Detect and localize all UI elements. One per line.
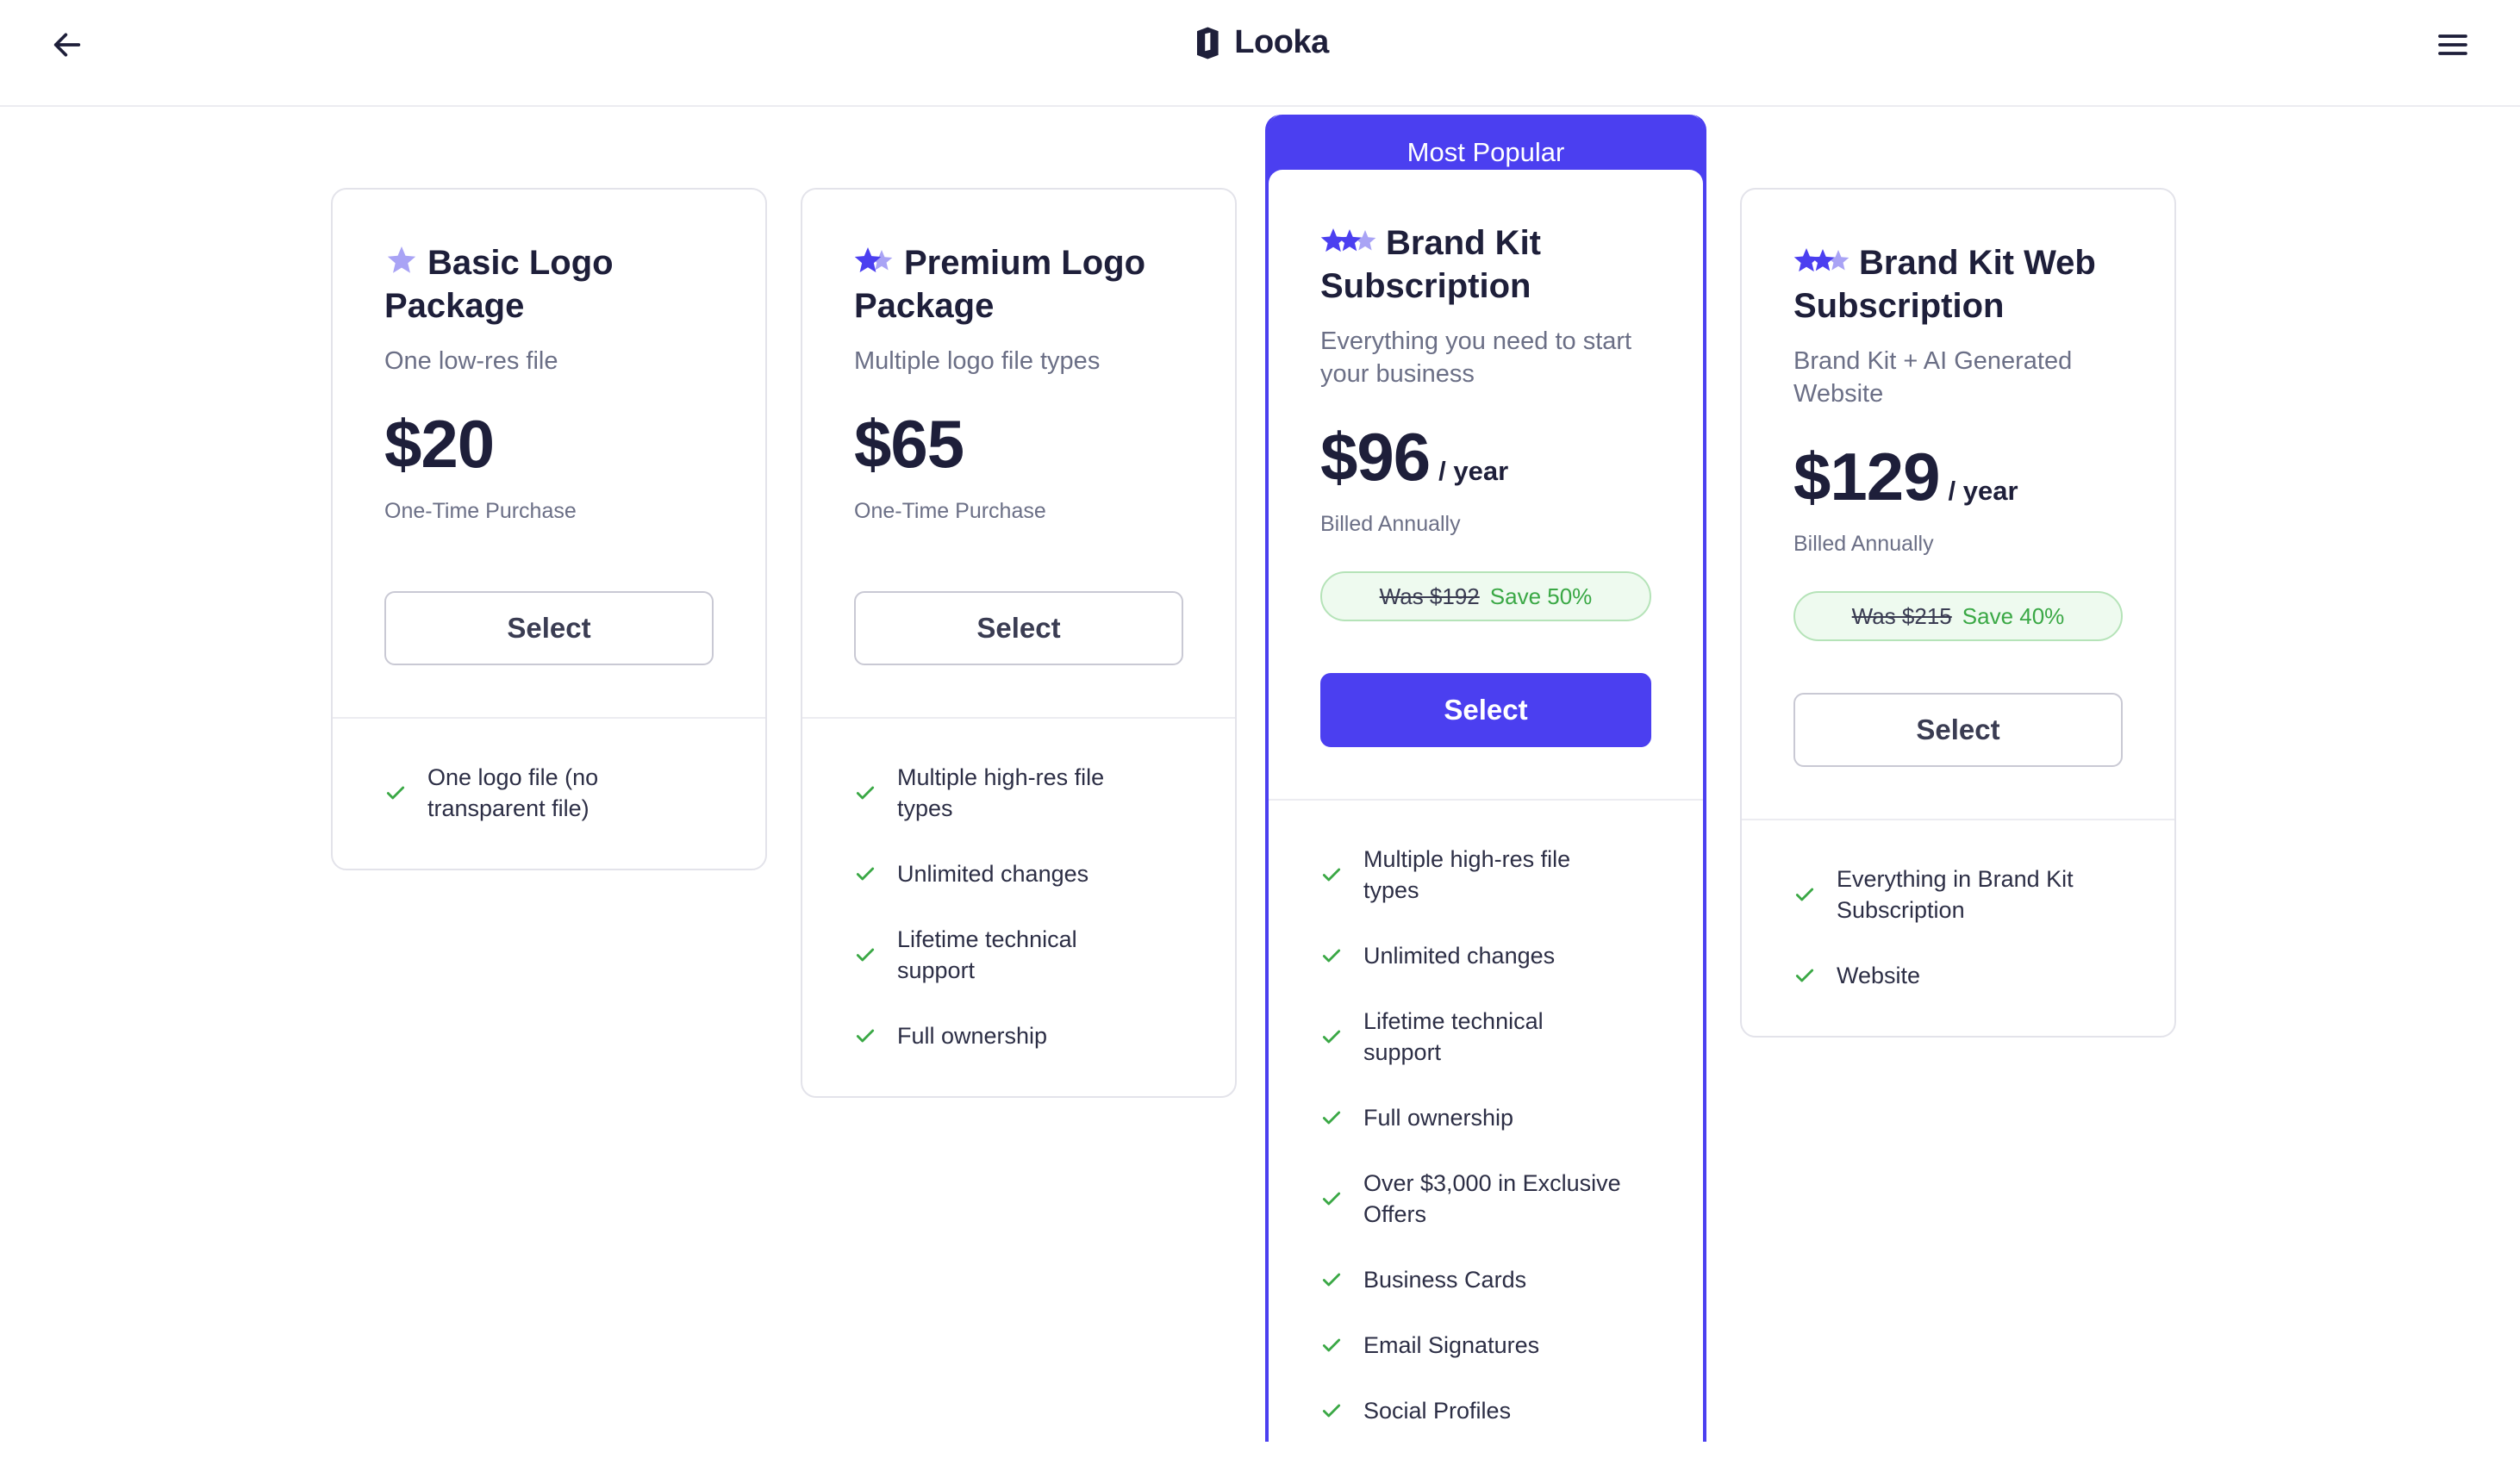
- check-icon: [856, 786, 875, 800]
- feature-label: Website: [1837, 963, 1921, 988]
- feature-item: Lifetime technical support: [854, 924, 1183, 986]
- check-icon: [1322, 1338, 1341, 1352]
- select-button[interactable]: Select: [384, 591, 714, 665]
- feature-item: Full ownership: [854, 1020, 1183, 1051]
- plan-card-3: Most Popular Brand Kit Subscription Ever…: [1265, 115, 1706, 1471]
- plan-card-4: Brand Kit Web Subscription Brand Kit + A…: [1740, 188, 2176, 1038]
- check-icon: [1322, 1030, 1341, 1044]
- feature-label: Full ownership: [1363, 1105, 1514, 1131]
- check-icon: [1795, 888, 1814, 901]
- price-row: $20: [384, 405, 714, 483]
- feature-item: Everything in Brand Kit Subscription: [1793, 863, 2123, 926]
- price-row: $65: [854, 405, 1183, 483]
- feature-list: Everything in Brand Kit Subscription Webs…: [1742, 820, 2174, 1036]
- discount-label: Save 40%: [1962, 602, 2065, 629]
- plan-title: Brand Kit Subscription: [1320, 224, 1541, 305]
- feature-label: Multiple high-res file types: [897, 764, 1105, 821]
- plan-title: Brand Kit Web Subscription: [1793, 244, 2096, 325]
- plan-title: Basic Logo Package: [384, 244, 614, 325]
- savings-badge: Was $215 Save 40%: [1793, 591, 2123, 641]
- feature-label: Email Signatures: [1363, 1332, 1540, 1358]
- price-row: $129 / year: [1793, 438, 2123, 516]
- plan-price: $96: [1320, 419, 1431, 495]
- check-icon: [1322, 1273, 1341, 1287]
- feature-item: Unlimited changes: [1320, 940, 1651, 971]
- check-icon: [1322, 1192, 1341, 1206]
- brand-logo[interactable]: Looka: [1191, 24, 1329, 61]
- check-icon: [856, 1029, 875, 1043]
- rating-stars-icon: [1320, 228, 1376, 252]
- looka-logo-icon: [1196, 27, 1219, 59]
- feature-label: Lifetime technical support: [1363, 1008, 1544, 1065]
- feature-item: Multiple high-res file types: [854, 762, 1183, 824]
- billing-period: / year: [1948, 476, 2018, 506]
- select-button[interactable]: Select: [854, 591, 1183, 665]
- plan-title: Premium Logo Package: [854, 244, 1146, 325]
- plan-subtitle: Brand Kit + AI Generated Website: [1793, 347, 2073, 408]
- feature-label: Unlimited changes: [1363, 943, 1556, 969]
- check-icon: [1322, 949, 1341, 963]
- feature-item: Email Signatures: [1320, 1330, 1651, 1361]
- original-price: Was $192: [1379, 583, 1480, 609]
- check-icon: [1322, 1111, 1341, 1125]
- feature-label: Full ownership: [897, 1023, 1048, 1049]
- feature-label: Multiple high-res file types: [1363, 846, 1571, 903]
- feature-label: One logo file (no transparent file): [427, 764, 599, 821]
- check-icon: [856, 867, 875, 881]
- check-icon: [1322, 868, 1341, 882]
- back-button[interactable]: [48, 26, 86, 64]
- feature-item: Website: [1793, 960, 2123, 991]
- feature-item: Business Cards: [1320, 1264, 1651, 1295]
- plan-card-1: Basic Logo Package One low-res file $20 …: [331, 188, 767, 870]
- check-icon: [1322, 1404, 1341, 1418]
- top-bar: Looka: [0, 0, 2520, 107]
- plan-price: $129: [1793, 439, 1941, 514]
- feature-label: Lifetime technical support: [897, 926, 1077, 983]
- menu-button[interactable]: [2434, 26, 2472, 64]
- plan-subtitle: Everything you need to start your busine…: [1320, 327, 1632, 388]
- feature-item: Over $3,000 in Exclusive Offers: [1320, 1168, 1651, 1230]
- feature-label: Everything in Brand Kit Subscription: [1837, 866, 2074, 923]
- price-row: $96 / year: [1320, 418, 1651, 496]
- plan-subtitle: One low-res file: [384, 347, 558, 375]
- billing-note: Billed Annually: [1793, 532, 1934, 556]
- billing-note: One-Time Purchase: [384, 499, 577, 523]
- feature-item: Lifetime technical support: [1320, 1006, 1651, 1068]
- check-icon: [856, 948, 875, 962]
- billing-period: / year: [1438, 456, 1509, 486]
- feature-label: Business Cards: [1363, 1267, 1527, 1293]
- plan-price: $20: [384, 406, 495, 482]
- brand-name: Looka: [1234, 24, 1329, 60]
- discount-label: Save 50%: [1489, 583, 1593, 609]
- feature-item: Multiple high-res file types: [1320, 844, 1651, 906]
- feature-label: Social Profiles: [1363, 1398, 1512, 1424]
- rating-stars-icon: [1793, 248, 1849, 272]
- feature-list: Multiple high-res file types Unlimited ch…: [1269, 801, 1703, 1471]
- feature-label: Over $3,000 in Exclusive Offers: [1363, 1170, 1621, 1227]
- feature-item: Social Profiles: [1320, 1395, 1651, 1426]
- feature-item: Unlimited changes: [854, 858, 1183, 889]
- plan-card-2: Premium Logo Package Multiple logo file …: [801, 188, 1237, 1098]
- rating-stars-icon: [854, 247, 893, 272]
- original-price: Was $215: [1851, 602, 1952, 629]
- billing-note: One-Time Purchase: [854, 499, 1046, 523]
- hamburger-menu-icon: [2438, 34, 2467, 55]
- feature-item: Full ownership: [1320, 1102, 1651, 1133]
- feature-item: One logo file (no transparent file): [384, 762, 714, 824]
- feature-list: Multiple high-res file types Unlimited ch…: [802, 719, 1235, 1096]
- check-icon: [386, 786, 405, 800]
- arrow-left-icon: [53, 33, 81, 57]
- check-icon: [1795, 969, 1814, 982]
- billing-note: Billed Annually: [1320, 512, 1461, 536]
- plan-subtitle: Multiple logo file types: [854, 347, 1101, 375]
- plan-price: $65: [854, 406, 964, 482]
- select-button[interactable]: Select: [1793, 693, 2123, 767]
- feature-list: One logo file (no transparent file): [333, 719, 765, 869]
- select-button[interactable]: Select: [1320, 673, 1651, 747]
- rating-stars-icon: [387, 246, 416, 273]
- savings-badge: Was $192 Save 50%: [1320, 571, 1651, 621]
- feature-label: Unlimited changes: [897, 861, 1089, 887]
